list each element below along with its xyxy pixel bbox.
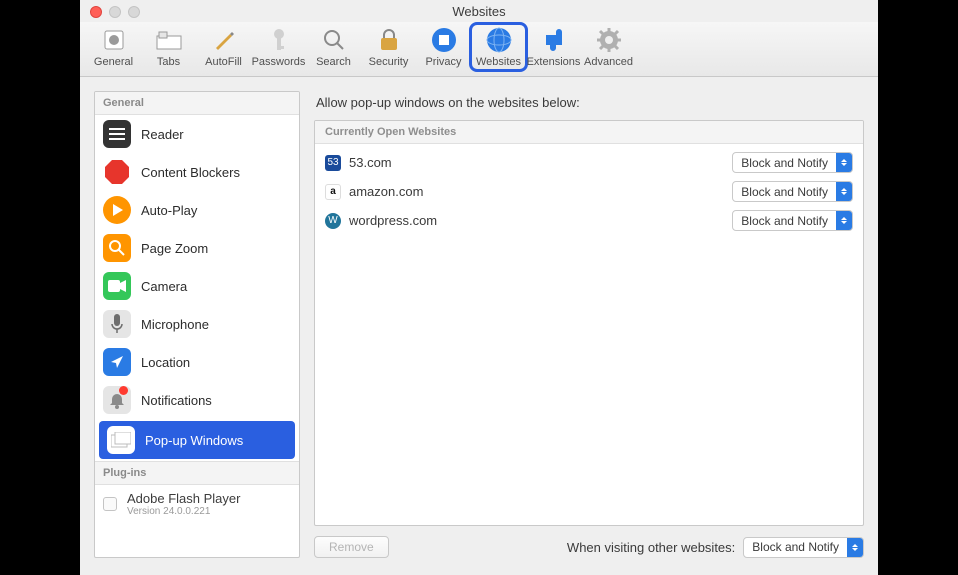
preferences-window: Websites General Tabs AutoFill Passwords… [80, 0, 878, 575]
window-controls [90, 6, 140, 18]
minimize-window-button[interactable] [109, 6, 121, 18]
sidebar-item-location[interactable]: Location [95, 343, 299, 381]
extensions-icon [540, 26, 568, 54]
general-icon [100, 26, 128, 54]
autofill-icon [210, 26, 238, 54]
body: General Reader Content Blockers Auto-Pla… [80, 77, 878, 572]
chevron-updown-icon [836, 182, 852, 201]
preferences-toolbar: General Tabs AutoFill Passwords Search S… [80, 22, 878, 77]
sidebar-item-label: Page Zoom [141, 241, 208, 256]
tabs-icon [155, 26, 183, 54]
advanced-icon [595, 26, 623, 54]
list-rows: 53 53.com Block and Notify a amazon.com [315, 144, 863, 525]
other-policy-dropdown[interactable]: Block and Notify [743, 537, 864, 558]
other-websites-label: When visiting other websites: [567, 540, 735, 555]
plugin-checkbox[interactable] [103, 497, 117, 511]
tab-passwords[interactable]: Passwords [251, 24, 306, 70]
search-icon [320, 26, 348, 54]
tab-autofill[interactable]: AutoFill [196, 24, 251, 70]
sidebar-item-content-blockers[interactable]: Content Blockers [95, 153, 299, 191]
notifications-icon [103, 386, 131, 414]
window-title: Websites [80, 0, 878, 19]
main-heading: Allow pop-up windows on the websites bel… [314, 91, 864, 120]
chevron-updown-icon [836, 153, 852, 172]
titlebar: Websites [80, 0, 878, 22]
security-icon [375, 26, 403, 54]
website-list: Currently Open Websites 53 53.com Block … [314, 120, 864, 526]
plugin-version: Version 24.0.0.221 [127, 506, 240, 517]
close-window-button[interactable] [90, 6, 102, 18]
tab-extensions[interactable]: Extensions [526, 24, 581, 70]
tab-tabs[interactable]: Tabs [141, 24, 196, 70]
auto-play-icon [103, 196, 131, 224]
list-header: Currently Open Websites [315, 121, 863, 144]
policy-dropdown[interactable]: Block and Notify [732, 152, 853, 173]
policy-dropdown[interactable]: Block and Notify [732, 210, 853, 231]
sidebar-item-label: Camera [141, 279, 187, 294]
site-domain: 53.com [349, 155, 392, 170]
sidebar-plugins-header: Plug-ins [95, 461, 299, 485]
favicon-53: 53 [325, 155, 341, 171]
favicon-wordpress: W [325, 213, 341, 229]
sidebar-item-label: Pop-up Windows [145, 433, 243, 448]
websites-icon [485, 26, 513, 54]
footer: Remove When visiting other websites: Blo… [314, 526, 864, 558]
chevron-updown-icon [847, 538, 863, 557]
table-row[interactable]: 53 53.com Block and Notify [323, 148, 855, 177]
table-row[interactable]: W wordpress.com Block and Notify [323, 206, 855, 235]
sidebar-item-label: Reader [141, 127, 184, 142]
sidebar-item-camera[interactable]: Camera [95, 267, 299, 305]
main-panel: Allow pop-up windows on the websites bel… [314, 91, 864, 558]
chevron-updown-icon [836, 211, 852, 230]
sidebar-item-label: Microphone [141, 317, 209, 332]
sidebar-item-label: Location [141, 355, 190, 370]
sidebar-item-auto-play[interactable]: Auto-Play [95, 191, 299, 229]
remove-button[interactable]: Remove [314, 536, 389, 558]
sidebar-general-header: General [95, 92, 299, 115]
tab-websites[interactable]: Websites [471, 24, 526, 70]
privacy-icon [430, 26, 458, 54]
site-domain: wordpress.com [349, 213, 437, 228]
sidebar-item-label: Notifications [141, 393, 212, 408]
popup-windows-icon [107, 426, 135, 454]
sidebar-item-notifications[interactable]: Notifications [95, 381, 299, 419]
tab-search[interactable]: Search [306, 24, 361, 70]
zoom-window-button[interactable] [128, 6, 140, 18]
sidebar-item-label: Content Blockers [141, 165, 240, 180]
sidebar: General Reader Content Blockers Auto-Pla… [94, 91, 300, 558]
site-domain: amazon.com [349, 184, 423, 199]
sidebar-item-microphone[interactable]: Microphone [95, 305, 299, 343]
microphone-icon [103, 310, 131, 338]
sidebar-item-label: Auto-Play [141, 203, 197, 218]
sidebar-item-page-zoom[interactable]: Page Zoom [95, 229, 299, 267]
reader-icon [103, 120, 131, 148]
sidebar-items: Reader Content Blockers Auto-Play Page Z… [95, 115, 299, 461]
passwords-icon [265, 26, 293, 54]
policy-dropdown[interactable]: Block and Notify [732, 181, 853, 202]
tab-security[interactable]: Security [361, 24, 416, 70]
plugin-flash[interactable]: Adobe Flash Player Version 24.0.0.221 [95, 485, 299, 523]
tab-privacy[interactable]: Privacy [416, 24, 471, 70]
tab-general[interactable]: General [86, 24, 141, 70]
location-icon [103, 348, 131, 376]
plugin-name: Adobe Flash Player [127, 491, 240, 506]
sidebar-item-popup-windows[interactable]: Pop-up Windows [99, 421, 295, 459]
content-blockers-icon [103, 158, 131, 186]
camera-icon [103, 272, 131, 300]
page-zoom-icon [103, 234, 131, 262]
notification-badge [119, 386, 128, 395]
tab-advanced[interactable]: Advanced [581, 24, 636, 70]
sidebar-item-reader[interactable]: Reader [95, 115, 299, 153]
favicon-amazon: a [325, 184, 341, 200]
table-row[interactable]: a amazon.com Block and Notify [323, 177, 855, 206]
